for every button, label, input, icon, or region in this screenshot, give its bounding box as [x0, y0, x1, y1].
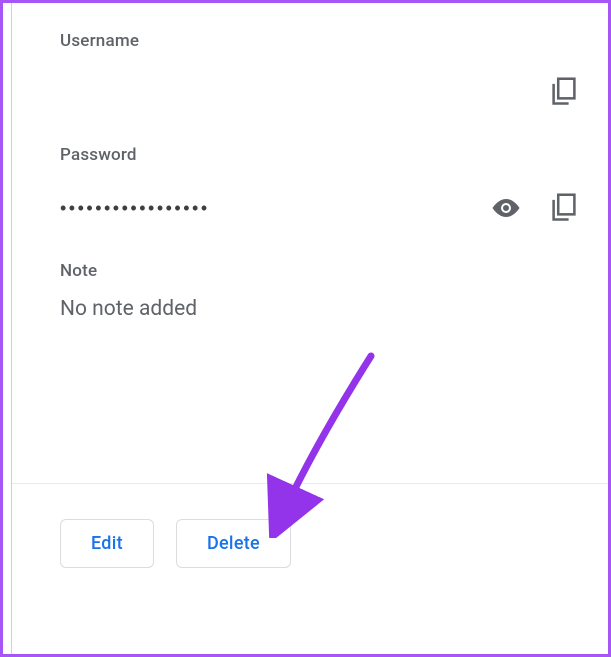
username-row: [60, 53, 580, 131]
copy-username-button[interactable]: [548, 76, 580, 108]
copy-password-button[interactable]: [548, 192, 580, 224]
show-password-button[interactable]: [490, 192, 522, 224]
delete-button[interactable]: Delete: [176, 519, 291, 568]
action-buttons: Edit Delete: [60, 519, 291, 568]
eye-icon: [490, 197, 522, 219]
password-field: Password •••••••••••••••••: [60, 145, 580, 237]
username-field: Username: [60, 31, 580, 131]
section-divider: [12, 483, 608, 484]
password-label: Password: [60, 145, 580, 165]
password-row: •••••••••••••••••: [60, 179, 580, 237]
edit-button[interactable]: Edit: [60, 519, 154, 568]
screenshot-frame: Username Password •••••••••••••••••: [0, 0, 611, 657]
username-label: Username: [60, 31, 580, 51]
note-value: No note added: [60, 297, 580, 321]
copy-icon: [550, 193, 578, 223]
password-actions: [490, 192, 580, 224]
note-label: Note: [60, 261, 580, 281]
username-actions: [548, 76, 580, 108]
copy-icon: [550, 77, 578, 107]
password-value-masked: •••••••••••••••••: [60, 198, 490, 219]
note-field: Note No note added: [60, 261, 580, 321]
